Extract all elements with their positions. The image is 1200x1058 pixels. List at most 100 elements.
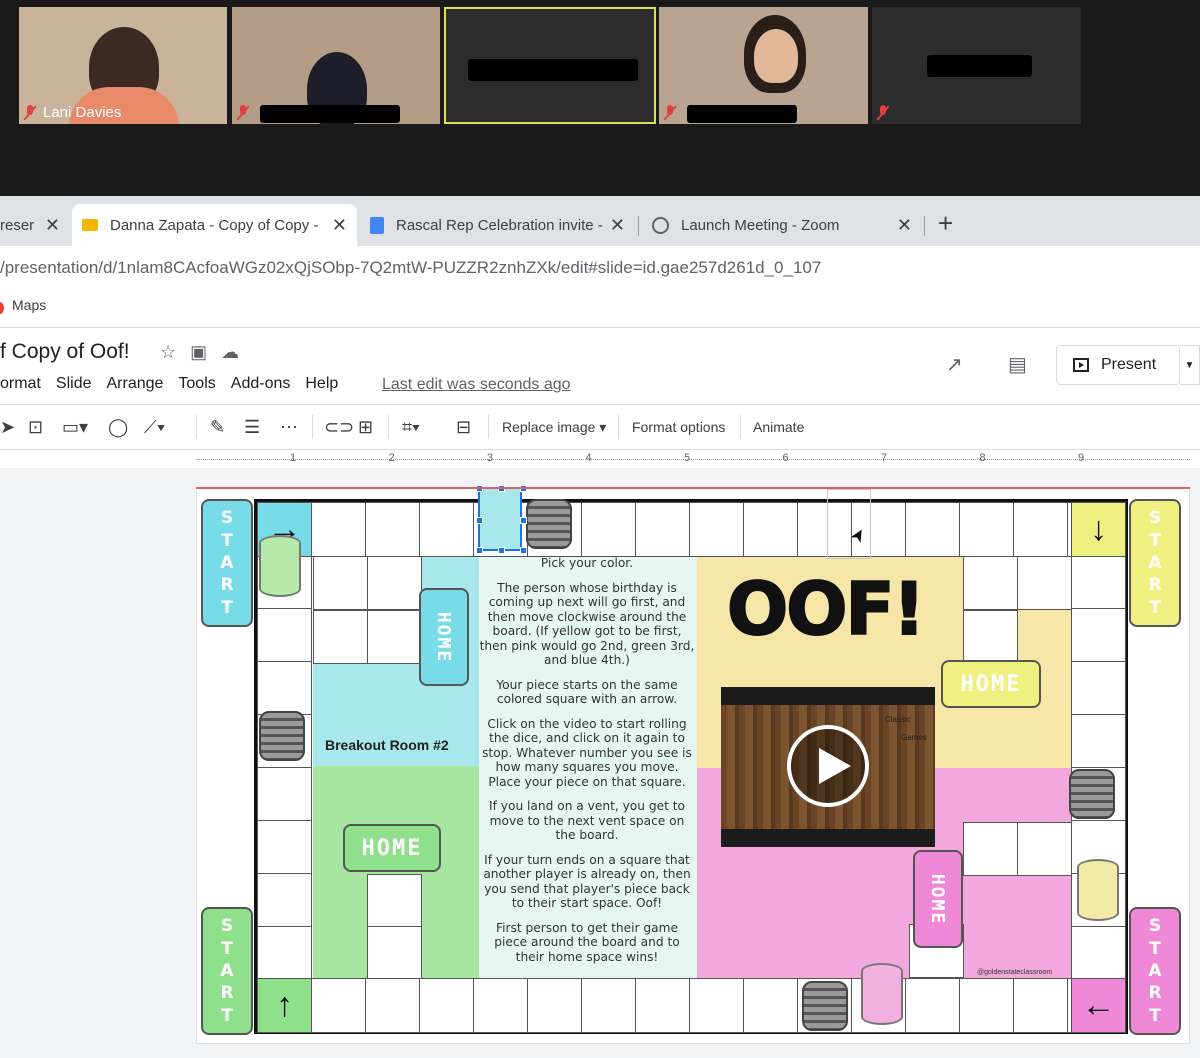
menu-tools[interactable]: Tools [178,375,215,393]
bookmark-maps[interactable]: Maps [12,297,46,313]
home-path-square[interactable] [1017,822,1072,876]
board-square[interactable] [905,978,960,1033]
pink-game-piece[interactable] [861,963,903,1025]
board-square[interactable] [1071,926,1126,980]
border-dash-icon[interactable]: ⋯ [280,417,298,438]
board-square[interactable] [257,873,312,927]
tab-docs[interactable]: Rascal Rep Celebration invite - ✕ [360,204,635,246]
board-square[interactable] [1071,608,1126,662]
link-icon[interactable]: ⊂⊃ [324,417,354,438]
board-square[interactable] [473,978,528,1033]
start-arrow-square[interactable]: ↓ [1071,502,1126,557]
board-square[interactable] [1013,978,1068,1033]
board-square[interactable] [419,978,474,1033]
board-square[interactable] [257,820,312,874]
present-dropdown[interactable]: ▼ [1180,345,1200,385]
home-path-square[interactable] [963,610,1018,664]
board-square[interactable] [257,926,312,980]
board-square[interactable] [527,978,582,1033]
selection-handle[interactable] [520,547,527,554]
board-square[interactable] [311,978,366,1033]
border-weight-icon[interactable]: ☰ [244,417,260,438]
insert-image-icon[interactable]: ▭▾ [62,417,88,438]
tab-slides-active[interactable]: Danna Zapata - Copy of Copy - ✕ [72,204,357,246]
home-path-square[interactable] [367,556,422,610]
home-path-square[interactable] [963,822,1018,876]
replace-image-button[interactable]: Replace image ▾ [502,419,606,436]
board-square[interactable] [905,502,960,557]
menu-format[interactable]: ormat [0,375,41,393]
participant-tile[interactable] [872,7,1081,124]
menu-arrange[interactable]: Arrange [106,375,163,393]
line-icon[interactable]: ⟋▾ [144,417,165,438]
board-square[interactable] [1071,555,1126,609]
yellow-game-piece[interactable] [1077,859,1119,921]
activity-trend-icon[interactable]: ↗ [946,352,963,377]
shape-icon[interactable]: ◯ [108,417,128,438]
start-arrow-square[interactable]: ← [1071,978,1126,1033]
board-square[interactable] [959,978,1014,1033]
board-square[interactable] [689,978,744,1033]
address-bar[interactable]: /presentation/d/1nlam8CAcfoaWGz02xQjSObp… [0,246,1200,290]
home-path-square[interactable] [313,556,368,610]
board-square[interactable] [1071,714,1126,768]
url-text[interactable]: /presentation/d/1nlam8CAcfoaWGz02xQjSObp… [0,258,821,278]
tab-zoom[interactable]: Launch Meeting - Zoom ✕ [642,204,922,246]
close-icon[interactable]: ✕ [45,215,60,236]
board-square[interactable] [419,502,474,557]
home-path-square[interactable] [367,874,422,927]
play-button-icon[interactable] [787,725,869,807]
board-square[interactable] [257,608,312,662]
tab-presenter[interactable]: reser ✕ [0,204,70,246]
selection-handle[interactable] [476,547,483,554]
format-options-button[interactable]: Format options [632,419,725,435]
add-comment-icon[interactable]: ⊞ [358,417,373,438]
home-path-square[interactable] [313,610,368,664]
board-square[interactable] [581,978,636,1033]
home-path-square[interactable] [367,610,422,664]
horizontal-ruler[interactable]: 1 2 3 4 5 6 7 8 9 [196,450,1190,468]
board-square[interactable] [257,767,312,821]
home-path-square[interactable] [963,556,1018,610]
board-square[interactable] [689,502,744,557]
board-square[interactable] [635,978,690,1033]
board-square[interactable] [365,978,420,1033]
board-square[interactable] [959,502,1014,557]
animate-button[interactable]: Animate [753,419,804,435]
board-square[interactable] [635,502,690,557]
board-square[interactable] [257,661,312,715]
participant-tile[interactable] [232,7,440,124]
slide[interactable]: → ↓ ↑ ← HOME HOME HOME HOME STARTSTARTSTARTSTAR… [196,485,1190,1044]
board-square[interactable] [365,502,420,557]
close-icon[interactable]: ✕ [610,215,625,236]
crop-icon[interactable]: ⌗▾ [402,417,420,438]
new-tab-button[interactable]: + [938,210,953,236]
selection-handle[interactable] [498,547,505,554]
close-icon[interactable]: ✕ [332,215,347,236]
star-icon[interactable]: ☆ [160,342,176,363]
participant-tile[interactable]: Lani Davies [19,7,227,124]
participant-tile[interactable] [659,7,868,124]
selected-blue-piece[interactable] [476,485,527,554]
board-square[interactable] [743,502,798,557]
board-square[interactable] [1071,661,1126,715]
board-square[interactable] [1013,502,1068,557]
menu-help[interactable]: Help [305,375,338,393]
board-square[interactable] [581,502,636,557]
menu-slide[interactable]: Slide [56,375,92,393]
document-title[interactable]: f Copy of Oof! [0,340,130,364]
green-game-piece[interactable] [259,535,301,597]
selection-handle[interactable] [520,517,527,524]
selection-handle[interactable] [476,517,483,524]
move-folder-icon[interactable]: ▣ [190,342,207,363]
text-box-icon[interactable]: ⊡ [28,417,43,438]
last-edit-link[interactable]: Last edit was seconds ago [382,376,571,394]
select-cursor-icon[interactable]: ➤ [0,417,15,438]
reset-image-icon[interactable]: ⊟ [456,417,471,438]
home-path-square[interactable] [367,926,422,979]
border-color-icon[interactable]: ✎ [210,417,225,438]
board-square[interactable] [743,978,798,1033]
board-square[interactable] [311,502,366,557]
cloud-saved-icon[interactable]: ☁ [221,342,239,363]
present-button[interactable]: Present [1056,345,1180,385]
